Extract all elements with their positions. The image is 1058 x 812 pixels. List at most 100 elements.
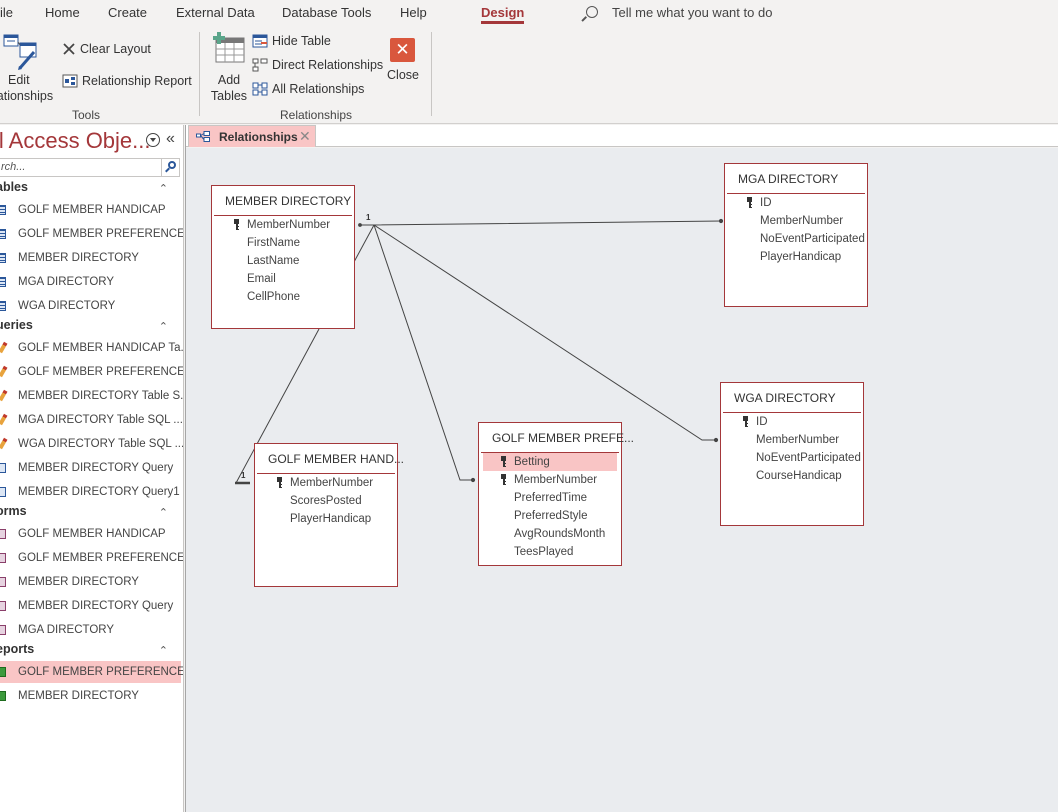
search-icon — [586, 6, 598, 18]
table-object-icon — [0, 277, 6, 287]
table-field[interactable]: Betting — [483, 453, 617, 471]
clear-layout-button[interactable]: Clear Layout — [62, 42, 151, 56]
field-name: CellPhone — [247, 291, 301, 303]
table-member-directory[interactable]: MEMBER DIRECTORY MemberNumber FirstName Las… — [211, 185, 355, 329]
tab-help[interactable]: Help — [400, 5, 427, 20]
nav-item[interactable]: MEMBER DIRECTORY Query1 — [0, 481, 181, 503]
tell-me-search[interactable]: Tell me what you want to do — [586, 5, 772, 20]
all-relationships-button[interactable]: All Relationships — [252, 82, 364, 96]
tab-create[interactable]: Create — [108, 5, 147, 20]
edit-relationships-button[interactable]: Edit lationships — [0, 30, 58, 103]
nav-section-header[interactable]: ueries ⌃ — [0, 318, 182, 338]
edit-relationships-icon — [3, 34, 37, 70]
nav-item[interactable]: GOLF MEMBER PREFERENCES — [0, 661, 183, 683]
nav-item[interactable]: WGA DIRECTORY — [0, 295, 181, 317]
nav-search-input[interactable]: rch... — [0, 158, 180, 177]
table-field[interactable]: PlayerHandicap — [259, 510, 393, 528]
nav-item[interactable]: GOLF MEMBER PREFERENCES — [0, 223, 184, 245]
tools-group-label: Tools — [72, 108, 101, 122]
table-field[interactable]: CourseHandicap — [725, 467, 859, 485]
field-name: ScoresPosted — [290, 495, 362, 507]
primary-key-icon — [234, 219, 239, 230]
table-field[interactable]: MemberNumber — [729, 212, 863, 230]
report-object-icon — [0, 691, 6, 701]
table-golf-member-handicap[interactable]: GOLF MEMBER HAND... MemberNumber ScoresPos… — [254, 443, 404, 587]
form-object-icon — [0, 529, 6, 539]
table-title: MEMBER DIRECTORY — [225, 194, 352, 208]
primary-key-icon — [277, 477, 282, 488]
table-field[interactable]: MemberNumber — [483, 471, 617, 489]
nav-item[interactable]: MGA DIRECTORY — [0, 271, 181, 293]
tab-database-tools[interactable]: Database Tools — [282, 5, 371, 20]
hide-table-icon — [252, 34, 268, 48]
table-field[interactable]: PreferredTime — [483, 489, 617, 507]
table-field[interactable]: CellPhone — [216, 288, 350, 306]
table-field[interactable]: FirstName — [216, 234, 350, 252]
nav-item[interactable]: MGA DIRECTORY — [0, 619, 181, 641]
table-field[interactable]: NoEventParticipated — [725, 449, 861, 467]
nav-item[interactable]: GOLF MEMBER PREFERENCE... — [0, 361, 183, 383]
collapse-section-icon[interactable]: ⌃ — [159, 320, 168, 333]
close-tab-icon[interactable]: ✕ — [299, 128, 311, 145]
nav-section-header[interactable]: eports ⌃ — [0, 642, 182, 662]
nav-section-header[interactable]: ables ⌃ — [0, 180, 182, 200]
nav-item[interactable]: MEMBER DIRECTORY — [0, 571, 181, 593]
tab-file[interactable]: ile — [0, 5, 13, 20]
nav-item[interactable]: GOLF MEMBER HANDICAP — [0, 199, 181, 221]
nav-menu-dropdown-icon[interactable] — [146, 133, 160, 147]
hide-table-label: Hide Table — [272, 34, 331, 48]
tab-home[interactable]: Home — [45, 5, 80, 20]
table-field[interactable]: TeesPlayed — [483, 543, 617, 561]
add-tables-button[interactable]: Add Tables — [208, 30, 250, 103]
search-icon[interactable] — [161, 159, 179, 176]
table-field[interactable]: ID — [725, 413, 859, 431]
table-field[interactable]: MemberNumber — [216, 216, 350, 234]
relationship-report-label: Relationship Report — [82, 74, 192, 88]
nav-item[interactable]: MEMBER DIRECTORY Table S... — [0, 385, 184, 407]
nav-item[interactable]: MEMBER DIRECTORY Query — [0, 457, 181, 479]
direct-relationships-button[interactable]: Direct Relationships — [252, 58, 383, 72]
table-field[interactable]: LastName — [216, 252, 350, 270]
collapse-section-icon[interactable]: ⌃ — [159, 644, 168, 657]
nav-item[interactable]: MEMBER DIRECTORY — [0, 685, 181, 707]
collapse-section-icon[interactable]: ⌃ — [159, 506, 168, 519]
table-field[interactable]: ID — [729, 194, 863, 212]
relationships-icon — [196, 131, 210, 142]
nav-item[interactable]: MEMBER DIRECTORY — [0, 247, 181, 269]
table-golf-member-preferences[interactable]: GOLF MEMBER PREFE... Betting MemberNumber P… — [478, 422, 634, 566]
table-field[interactable]: PlayerHandicap — [729, 248, 863, 266]
relationship-report-button[interactable]: Relationship Report — [62, 74, 192, 88]
close-relationships-button[interactable]: ✕ Close — [386, 34, 420, 94]
nav-item-label: MEMBER DIRECTORY Table S... — [18, 390, 184, 402]
collapse-nav-icon[interactable]: « — [166, 130, 175, 148]
table-field[interactable]: MemberNumber — [725, 431, 859, 449]
query-object-icon — [0, 463, 6, 473]
nav-item[interactable]: GOLF MEMBER HANDICAP Ta... — [0, 337, 184, 359]
table-mga-directory[interactable]: MGA DIRECTORY ID MemberNumber NoEventPartic… — [724, 163, 868, 307]
query-sql-object-icon — [0, 365, 8, 378]
tab-relationships[interactable]: Relationships ✕ — [188, 125, 316, 147]
table-wga-directory[interactable]: WGA DIRECTORY ID MemberNumber NoEventPartic… — [720, 382, 864, 526]
edit-relationships-label-2: lationships — [0, 89, 54, 103]
tab-external-data[interactable]: External Data — [176, 5, 255, 20]
nav-section-header[interactable]: orms ⌃ — [0, 504, 182, 524]
hide-table-button[interactable]: Hide Table — [252, 34, 331, 48]
table-field[interactable]: PreferredStyle — [483, 507, 617, 525]
collapse-section-icon[interactable]: ⌃ — [159, 182, 168, 195]
table-field[interactable]: AvgRoundsMonth — [483, 525, 617, 543]
table-field[interactable]: NoEventParticipated — [729, 230, 865, 248]
nav-item-label: GOLF MEMBER PREFERENCES — [18, 228, 184, 240]
nav-item[interactable]: MEMBER DIRECTORY Query — [0, 595, 181, 617]
nav-pane-title[interactable]: ll Access Obje... — [0, 128, 151, 154]
nav-item[interactable]: WGA DIRECTORY Table SQL ... — [0, 433, 183, 455]
nav-item[interactable]: GOLF MEMBER HANDICAP — [0, 523, 181, 545]
nav-item-label: GOLF MEMBER HANDICAP Ta... — [18, 342, 184, 354]
table-field[interactable]: ScoresPosted — [259, 492, 393, 510]
nav-item[interactable]: MGA DIRECTORY Table SQL ... — [0, 409, 183, 431]
table-field[interactable]: MemberNumber — [259, 474, 393, 492]
field-name: MemberNumber — [756, 434, 840, 446]
tab-design[interactable]: Design — [481, 5, 525, 24]
table-field[interactable]: Email — [216, 270, 350, 288]
nav-item[interactable]: GOLF MEMBER PREFERENCES — [0, 547, 183, 569]
form-object-icon — [0, 601, 6, 611]
